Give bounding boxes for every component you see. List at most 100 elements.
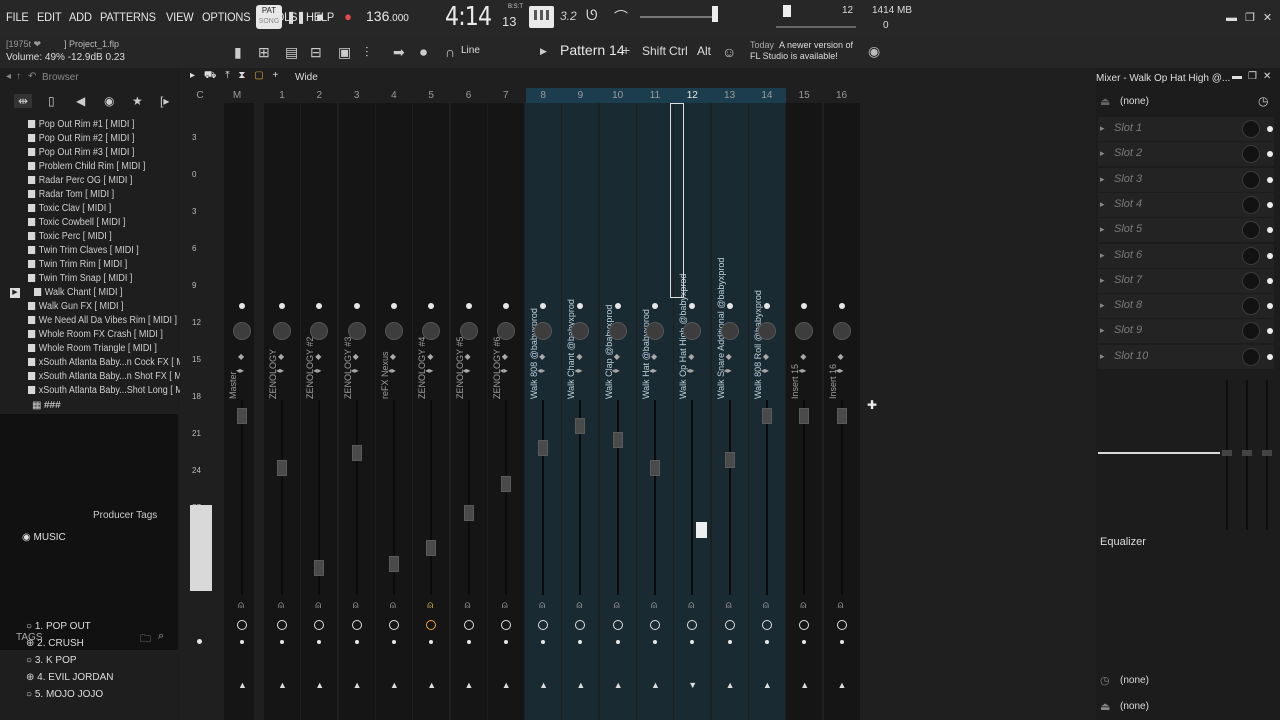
- globe-icon[interactable]: ◉: [868, 43, 880, 60]
- eq-band-handle[interactable]: [1242, 450, 1252, 456]
- mute-icon[interactable]: ⍝: [614, 600, 620, 611]
- tag-item[interactable]: ○ 5. MOJO JOJO: [26, 689, 103, 700]
- music-tag-group[interactable]: ◉ MUSIC: [22, 532, 66, 543]
- stereo-separation-icon[interactable]: ◆: [238, 352, 244, 361]
- fx-enable-dot[interactable]: [502, 303, 509, 309]
- step-edit-label[interactable]: 3.2: [560, 9, 577, 23]
- mixer-icon[interactable]: ⫶: [365, 44, 369, 61]
- back-icon[interactable]: ↶: [28, 71, 36, 82]
- file-item[interactable]: Problem Child Rim [ MIDI ]: [28, 161, 146, 175]
- ctrl-key[interactable]: Ctrl: [669, 44, 688, 58]
- record-arm-dot[interactable]: [280, 640, 284, 644]
- swap-channels-icon[interactable]: ◂▸: [236, 366, 244, 375]
- route-arrow-icon[interactable]: ▲: [238, 680, 247, 690]
- volume-fader[interactable]: [799, 408, 810, 424]
- pattern-arrow-icon[interactable]: ▶: [540, 46, 547, 57]
- mute-icon[interactable]: ⍝: [238, 600, 244, 611]
- record-arm-dot[interactable]: [727, 640, 732, 644]
- pan-knob[interactable]: [720, 322, 739, 340]
- star-icon[interactable]: ★: [132, 94, 143, 108]
- latency-icon[interactable]: [237, 620, 247, 630]
- tag-item[interactable]: ○ 1. POP OUT: [26, 621, 91, 632]
- volume-fader[interactable]: [277, 460, 287, 476]
- route-arrow-icon[interactable]: ▲: [726, 680, 735, 690]
- file-item[interactable]: Twin Trim Claves [ MIDI ]: [28, 245, 139, 259]
- shift-key[interactable]: Shift: [642, 44, 666, 58]
- mixer-tool-icon-4[interactable]: ▢: [254, 70, 263, 81]
- volume-fader[interactable]: [351, 445, 362, 461]
- menu-patterns[interactable]: PATTERNS: [100, 10, 156, 24]
- tuner-icon[interactable]: ▮: [234, 44, 242, 61]
- folder-icon[interactable]: 🗀: [140, 630, 151, 649]
- latency-icon[interactable]: [277, 620, 287, 630]
- stereo-separation-icon[interactable]: ◆: [427, 352, 433, 361]
- swap-channels-icon[interactable]: ◂▸: [500, 366, 508, 375]
- search-icon[interactable]: ⌕: [158, 630, 164, 643]
- volume-fader[interactable]: [314, 560, 325, 576]
- metronome-icon[interactable]: ⌒: [614, 7, 628, 27]
- latency-icon[interactable]: [724, 620, 735, 630]
- volume-fader[interactable]: [612, 432, 623, 448]
- stereo-separation-icon[interactable]: ◆: [465, 352, 471, 361]
- latency-clock-icon[interactable]: ◷: [1258, 94, 1268, 108]
- fx-enable-dot[interactable]: [465, 303, 472, 309]
- latency-icon[interactable]: [761, 620, 772, 630]
- volume-fader[interactable]: [463, 505, 474, 521]
- news-icon[interactable]: ☺: [722, 44, 736, 60]
- file-item[interactable]: We Need All Da Vibes Rim [ MIDI ]: [28, 315, 177, 329]
- eq-band-handle[interactable]: [1222, 450, 1232, 456]
- fx-enable-dot[interactable]: [239, 303, 245, 309]
- stereo-separation-icon[interactable]: ◆: [726, 352, 732, 361]
- mute-icon[interactable]: ⍝: [465, 600, 471, 611]
- mute-icon[interactable]: ⍝: [800, 600, 806, 611]
- volume-fader[interactable]: [388, 556, 399, 572]
- mute-icon[interactable]: ⍝: [353, 600, 359, 611]
- stereo-separation-icon[interactable]: ◆: [502, 352, 508, 361]
- minimize-icon[interactable]: ▬: [1226, 12, 1245, 24]
- route-arrow-icon[interactable]: ▲: [390, 680, 399, 690]
- mute-icon[interactable]: ⍝: [763, 600, 769, 611]
- menu-arrow-icon[interactable]: ◂: [6, 71, 11, 82]
- route-arrow-icon[interactable]: ▲: [427, 680, 436, 690]
- mixer-tool-icon-1[interactable]: ⛟: [204, 70, 217, 81]
- mute-icon[interactable]: ⍝: [838, 600, 844, 611]
- swap-channels-icon[interactable]: ◂▸: [463, 366, 471, 375]
- arrow-icon[interactable]: ➡: [393, 44, 405, 61]
- mixer-tool-icon-3[interactable]: ⧗: [238, 70, 245, 81]
- plugin-icon[interactable]: ◉: [104, 94, 114, 108]
- file-item[interactable]: Walk Chant [ MIDI ]: [34, 287, 123, 301]
- up-arrow-icon[interactable]: ↑: [16, 71, 21, 82]
- master-volume-handle[interactable]: [712, 6, 718, 22]
- time-display[interactable]: 4:14: [445, 2, 492, 32]
- file-item[interactable]: Toxic Clav [ MIDI ]: [28, 203, 112, 217]
- file-item[interactable]: xSouth Atlanta Baby...Shot Long [ MIDI ]: [28, 385, 199, 399]
- route-arrow-icon[interactable]: ▲: [800, 680, 809, 690]
- mute-icon[interactable]: ⍝: [315, 600, 321, 611]
- swap-channels-icon[interactable]: ◂▸: [649, 366, 657, 375]
- output-select-2[interactable]: (none): [1120, 701, 1149, 712]
- add-track-icon[interactable]: +: [272, 70, 278, 81]
- tag-toggle-icon[interactable]: ○: [26, 689, 35, 700]
- file-item[interactable]: xSouth Atlanta Baby...n Cock FX [ MIDI ]: [28, 357, 200, 371]
- record-arm-dot[interactable]: [839, 640, 844, 644]
- swap-channels-icon[interactable]: ◂▸: [686, 366, 694, 375]
- window-controls[interactable]: ▬❐✕: [1226, 11, 1280, 24]
- swap-channels-icon[interactable]: ◂▸: [276, 366, 284, 375]
- pat-song-toggle[interactable]: PAT SONG: [256, 5, 282, 29]
- latency-icon[interactable]: [836, 620, 847, 630]
- record-arm-dot[interactable]: [391, 640, 396, 644]
- latency-icon[interactable]: [500, 620, 511, 630]
- master-pitch-slider[interactable]: [776, 26, 856, 28]
- fx-enable-dot[interactable]: [652, 303, 658, 309]
- document-icon[interactable]: ▯: [48, 94, 55, 108]
- effect-mix-knob[interactable]: [1242, 195, 1260, 214]
- swap-channels-icon[interactable]: ◂▸: [724, 366, 732, 375]
- playlist-icon[interactable]: ▤: [285, 44, 298, 61]
- tag-toggle-icon[interactable]: ⊕: [26, 672, 37, 683]
- snap-select[interactable]: Line: [461, 45, 480, 56]
- pan-knob[interactable]: [273, 322, 291, 340]
- route-arrow-icon[interactable]: ▲: [763, 680, 772, 690]
- record-arm-dot[interactable]: [503, 640, 508, 644]
- mute-icon[interactable]: ⍝: [278, 600, 284, 611]
- pan-knob[interactable]: [496, 322, 515, 340]
